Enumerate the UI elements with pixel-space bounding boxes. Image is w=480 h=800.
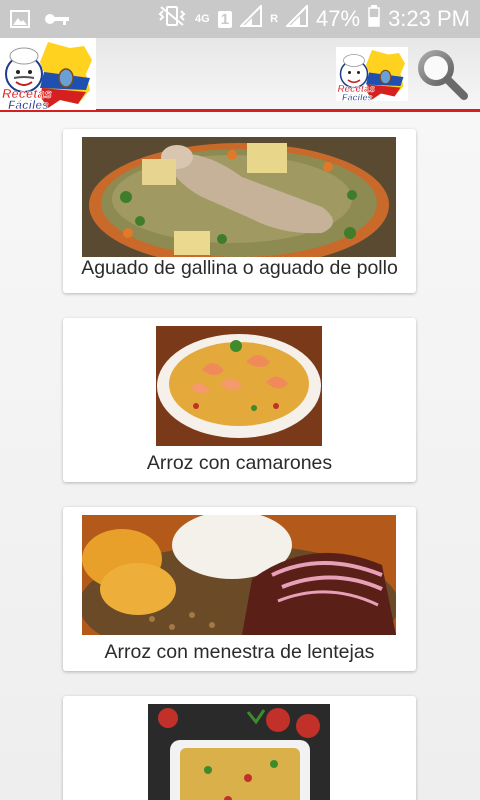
gallery-icon xyxy=(10,9,30,34)
app-logo[interactable]: Recetas Fáciles xyxy=(0,38,96,112)
key-icon xyxy=(44,12,70,31)
signal-icon xyxy=(284,3,309,33)
app-bar: Recetas Fáciles Recetas Fáciles xyxy=(0,38,480,112)
recipe-image xyxy=(148,704,330,800)
battery-icon xyxy=(368,5,380,33)
recipe-image-arroz-camarones xyxy=(156,326,322,446)
vibrate-mute-icon xyxy=(157,5,187,33)
recipe-title: Aguado de gallina o aguado de pollo xyxy=(81,257,398,279)
app-logo-small[interactable]: Recetas Fáciles xyxy=(336,46,408,102)
recipe-card[interactable] xyxy=(63,696,416,800)
clock: 3:23 PM xyxy=(388,6,470,31)
recipe-title: Arroz con menestra de lentejas xyxy=(104,641,375,663)
recipe-title: Arroz con camarones xyxy=(146,452,333,474)
recipe-card[interactable]: Arroz con menestra de lentejas xyxy=(63,507,416,671)
recipe-image-aguado xyxy=(82,137,396,257)
recipe-list[interactable]: Aguado de gallina o aguado de pollo Arro… xyxy=(0,112,480,800)
network-type: 4G xyxy=(195,13,210,25)
signal-icon xyxy=(238,3,263,33)
recipe-card[interactable]: Aguado de gallina o aguado de pollo xyxy=(63,129,416,293)
sim-indicator: 1 xyxy=(217,10,233,28)
search-button[interactable] xyxy=(414,46,470,102)
status-bar: 4G 1 R 47% 3:23 PM xyxy=(0,0,480,38)
battery-percent: 47% xyxy=(316,6,361,31)
roaming-indicator: R xyxy=(270,13,279,25)
recipe-image-arroz-menestra xyxy=(82,515,396,635)
logo-text-line2: Fáciles xyxy=(8,98,49,110)
recipe-card[interactable]: Arroz con camarones xyxy=(63,318,416,482)
logo-text-line2-small: Fáciles xyxy=(342,92,373,102)
search-icon xyxy=(418,50,468,100)
